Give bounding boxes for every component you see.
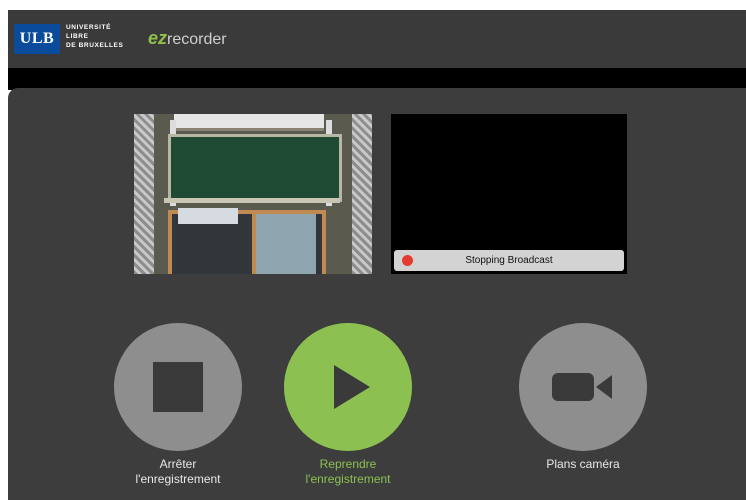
stop-recording-button[interactable]	[114, 323, 242, 451]
ulb-logo-text: UNIVERSITÉ LIBRE DE BRUXELLES	[66, 23, 123, 50]
top-header: ULB UNIVERSITÉ LIBRE DE BRUXELLES ezreco…	[8, 10, 746, 68]
broadcast-status-text: Stopping Broadcast	[465, 255, 553, 266]
chalkboard	[168, 134, 342, 202]
curtain-left	[134, 114, 154, 274]
app-logo-mark: ez	[148, 28, 168, 48]
camera-preview	[134, 114, 372, 274]
camera-shots-button[interactable]	[519, 323, 647, 451]
app-logo-name: recorder	[167, 31, 227, 48]
ulb-line-2: LIBRE	[66, 33, 89, 40]
resume-recording-label[interactable]: Reprendre l'enregistrement	[268, 457, 428, 487]
video-camera-icon	[552, 373, 612, 401]
stop-square-icon	[153, 362, 203, 412]
broadcast-status-bar: Stopping Broadcast	[394, 250, 624, 271]
stop-recording-label[interactable]: Arrêter l'enregistrement	[98, 457, 258, 487]
curtain-right	[352, 114, 372, 274]
ulb-line-3: DE BRUXELLES	[66, 42, 124, 49]
app-window: ULB UNIVERSITÉ LIBRE DE BRUXELLES ezreco…	[0, 0, 746, 500]
camera-shots-label[interactable]: Plans caméra	[503, 457, 663, 472]
play-triangle-icon	[334, 365, 370, 409]
resume-recording-button[interactable]	[284, 323, 412, 451]
ulb-logo: ULB	[14, 24, 60, 54]
red-dot-icon	[402, 255, 413, 266]
ulb-logo-abbr: ULB	[19, 30, 55, 47]
ulb-line-1: UNIVERSITÉ	[66, 24, 112, 31]
app-logo: ezrecorder	[148, 28, 227, 49]
header-divider	[8, 68, 746, 90]
